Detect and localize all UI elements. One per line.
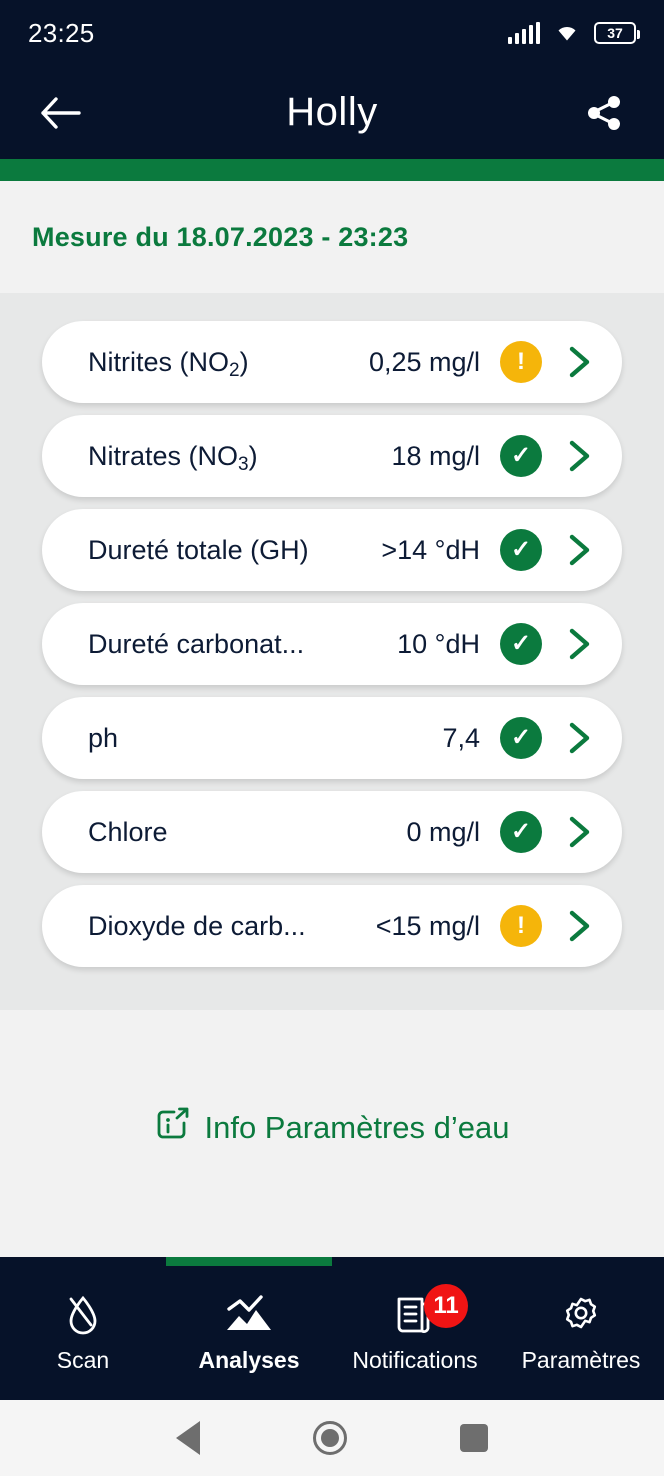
accent-bar xyxy=(0,159,664,181)
gear-icon xyxy=(558,1292,604,1338)
active-tab-indicator xyxy=(166,1257,332,1266)
info-link-label: Info Paramètres d’eau xyxy=(204,1110,510,1145)
measurement-name: Dureté totale (GH) xyxy=(88,534,309,565)
measurements-list: Nitrites (NO2) 0,25 mg/l ! Nitrates (NO3… xyxy=(0,293,664,1010)
check-icon: ✓ xyxy=(500,717,542,759)
chevron-right-icon[interactable] xyxy=(564,345,596,379)
measurement-value: 7,4 xyxy=(442,722,480,753)
tab-analyses-label: Analyses xyxy=(198,1347,300,1373)
warning-icon: ! xyxy=(500,341,542,383)
measurement-name: Chlore xyxy=(88,816,168,847)
chevron-right-icon[interactable] xyxy=(564,439,596,473)
warning-icon: ! xyxy=(500,905,542,947)
tab-parametres-label: Paramètres xyxy=(521,1347,641,1373)
tab-notifications-label: Notifications xyxy=(352,1347,478,1373)
tab-analyses[interactable]: Analyses xyxy=(166,1266,332,1400)
app-screen: 23:25 37 Holly Mesure du 18.07.2023 - 23… xyxy=(0,0,664,1476)
battery-icon: 37 xyxy=(594,22,640,44)
check-icon: ✓ xyxy=(500,435,542,477)
measurement-name: ph xyxy=(88,722,119,753)
page-title: Holly xyxy=(286,90,378,134)
measurement-name: Nitrates (NO3) xyxy=(88,440,258,472)
table-row[interactable]: Dioxyde de carb... <15 mg/l ! xyxy=(42,885,622,967)
cellular-signal-icon xyxy=(507,22,540,44)
check-icon: ✓ xyxy=(500,623,542,665)
document-icon: 11 xyxy=(392,1284,468,1338)
tab-notifications[interactable]: 11 Notifications xyxy=(332,1266,498,1400)
water-drop-scan-icon xyxy=(61,1292,105,1338)
check-icon: ✓ xyxy=(500,811,542,853)
info-water-parameters-link[interactable]: Info Paramètres d’eau xyxy=(154,1106,510,1150)
measurement-name: Dioxyde de carb... xyxy=(88,910,306,941)
app-bar: Holly xyxy=(0,66,664,159)
table-row[interactable]: Nitrites (NO2) 0,25 mg/l ! xyxy=(42,321,622,403)
chevron-right-icon[interactable] xyxy=(564,909,596,943)
measurement-value: >14 °dH xyxy=(381,534,480,565)
measure-header: Mesure du 18.07.2023 - 23:23 xyxy=(0,181,664,293)
share-icon[interactable] xyxy=(578,87,630,139)
chevron-right-icon[interactable] xyxy=(564,627,596,661)
table-row[interactable]: Dureté carbonat... 10 °dH ✓ xyxy=(42,603,622,685)
table-row[interactable]: Nitrates (NO3) 18 mg/l ✓ xyxy=(42,415,622,497)
battery-level: 37 xyxy=(607,25,623,41)
table-row[interactable]: Dureté totale (GH) >14 °dH ✓ xyxy=(42,509,622,591)
chevron-right-icon[interactable] xyxy=(564,815,596,849)
android-back-icon[interactable] xyxy=(176,1421,201,1455)
measurement-value: <15 mg/l xyxy=(375,910,480,941)
table-row[interactable]: Chlore 0 mg/l ✓ xyxy=(42,791,622,873)
status-bar-icons: 37 xyxy=(507,20,640,47)
status-bar: 23:25 37 xyxy=(0,0,664,66)
info-section: Info Paramètres d’eau xyxy=(0,1010,664,1257)
chevron-right-icon[interactable] xyxy=(564,721,596,755)
tab-parametres[interactable]: Paramètres xyxy=(498,1266,664,1400)
system-navigation-bar xyxy=(0,1400,664,1476)
back-arrow-icon[interactable] xyxy=(34,87,86,139)
measurement-value: 10 °dH xyxy=(397,628,480,659)
info-external-link-icon xyxy=(154,1106,190,1150)
notification-badge: 11 xyxy=(424,1284,468,1328)
measurement-value: 0 mg/l xyxy=(406,816,480,847)
measurement-value: 18 mg/l xyxy=(391,440,480,471)
bottom-navigation: Scan Analyses 11 Notifications Paramètre… xyxy=(0,1257,664,1400)
chart-mountain-icon xyxy=(223,1292,275,1338)
android-home-icon[interactable] xyxy=(312,1421,347,1455)
measurement-name: Dureté carbonat... xyxy=(88,628,305,659)
measure-date-label: Mesure du 18.07.2023 - 23:23 xyxy=(32,221,409,252)
tab-scan-label: Scan xyxy=(56,1347,110,1373)
measurement-name: Nitrites (NO2) xyxy=(88,346,249,378)
status-bar-time: 23:25 xyxy=(28,17,95,48)
measurement-value: 0,25 mg/l xyxy=(368,346,480,377)
chevron-right-icon[interactable] xyxy=(564,533,596,567)
table-row[interactable]: ph 7,4 ✓ xyxy=(42,697,622,779)
android-recents-icon[interactable] xyxy=(459,1424,488,1452)
tab-scan[interactable]: Scan xyxy=(0,1266,166,1400)
wifi-icon xyxy=(552,20,582,47)
check-icon: ✓ xyxy=(500,529,542,571)
